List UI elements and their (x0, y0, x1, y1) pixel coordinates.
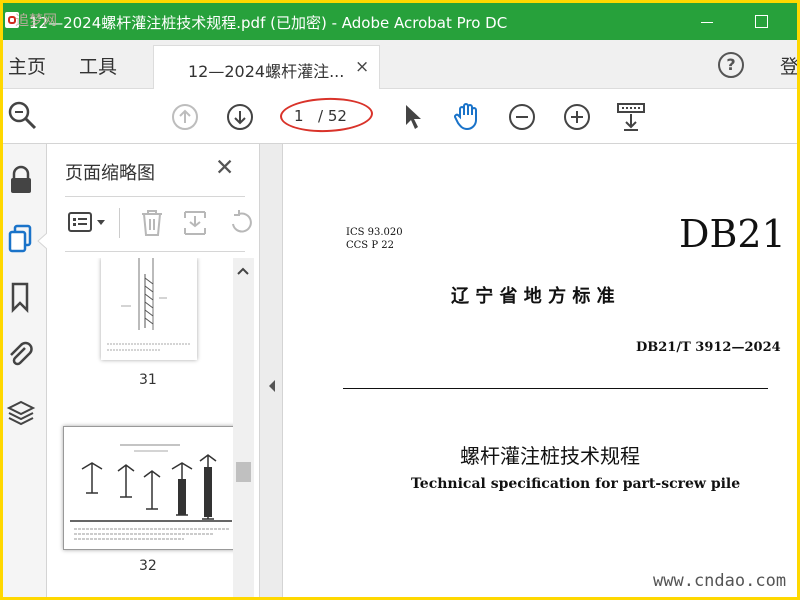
layers-icon[interactable] (6, 398, 36, 430)
doc-authority: 辽 宁 省 地 方 标 准 (451, 286, 615, 307)
lock-icon[interactable] (6, 164, 36, 196)
cursor-icon[interactable] (401, 103, 425, 131)
left-navigation-rail (3, 144, 47, 597)
document-tab[interactable]: 12—2024螺杆灌注... × (153, 45, 380, 90)
arrow-up-icon[interactable] (171, 103, 199, 131)
panel-title: 页面缩略图 (65, 163, 155, 184)
arrow-down-icon[interactable] (226, 103, 254, 131)
thumbnail-scrollbar[interactable] (233, 258, 254, 597)
app-window: 12—2024螺杆灌注桩技术规程.pdf (已加密) - Adobe Acrob… (3, 3, 797, 597)
help-icon[interactable]: ? (718, 52, 744, 78)
doc-rule (343, 388, 768, 389)
doc-code: DB21 (679, 212, 786, 256)
doc-title-en: Technical specification for part-screw p… (411, 476, 741, 492)
doc-title-cn: 螺杆灌注桩技术规程 (460, 444, 640, 468)
hand-icon[interactable] (452, 101, 482, 131)
thumbnail-page[interactable] (101, 258, 197, 360)
panel-divider (65, 251, 245, 252)
pile-drawing-thumbnail (107, 258, 191, 351)
bookmark-icon[interactable] (6, 281, 36, 313)
thumbnail-page-selected[interactable] (63, 426, 237, 550)
zoom-out-icon[interactable] (508, 103, 536, 131)
minimize-button[interactable] (691, 7, 723, 35)
title-bar: 12—2024螺杆灌注桩技术规程.pdf (已加密) - Adobe Acrob… (3, 3, 797, 40)
thumbnail-list: 31 32 (47, 258, 254, 597)
scroll-thumb[interactable] (236, 462, 251, 482)
close-tab-icon[interactable]: × (355, 57, 369, 77)
thumbnail-label: 31 (139, 372, 157, 388)
pages-icon[interactable] (6, 223, 36, 255)
document-view[interactable]: ICS 93.020 CCS P 22 DB21 辽 宁 省 地 方 标 准 D… (283, 144, 797, 597)
options-icon[interactable] (67, 210, 111, 236)
document-tab-label: 12—2024螺杆灌注... (188, 62, 345, 81)
scroll-up-icon[interactable] (233, 264, 254, 278)
zoom-in-icon[interactable] (563, 103, 591, 131)
trash-icon[interactable] (139, 208, 165, 238)
close-panel-icon[interactable]: ✕ (215, 155, 234, 181)
tools-nav[interactable]: 工具 (79, 52, 117, 79)
site-watermark: www.cndao.com (653, 571, 787, 591)
login-link[interactable]: 登 (780, 52, 797, 79)
window-title: 12—2024螺杆灌注桩技术规程.pdf (已加密) - Adobe Acrob… (29, 14, 508, 32)
doc-ics: ICS 93.020 (346, 227, 403, 238)
thumbnails-panel: 页面缩略图 ✕ 31 32 (47, 144, 260, 597)
search-icon[interactable] (6, 99, 38, 131)
active-pointer-icon (37, 233, 47, 249)
attachment-icon[interactable] (6, 339, 36, 371)
thumbnail-label: 32 (139, 558, 157, 574)
home-nav[interactable]: 主页 (8, 52, 46, 79)
pile-construction-thumbnail (70, 444, 232, 540)
watermark-overlay: 追梦网 (15, 13, 57, 29)
rotate-icon[interactable] (225, 208, 255, 238)
toolbar (3, 89, 797, 144)
scroll-mode-icon[interactable] (615, 101, 647, 133)
tab-bar: 主页 工具 12—2024螺杆灌注... × ? 登 (3, 40, 797, 90)
maximize-button[interactable] (745, 7, 777, 35)
doc-ccs: CCS P 22 (346, 240, 394, 251)
toolbar-separator (119, 208, 120, 238)
collapse-panel-icon[interactable] (262, 376, 284, 396)
extract-icon[interactable] (181, 208, 209, 238)
panel-divider-top (65, 196, 245, 197)
panel-collapse-strip[interactable] (260, 144, 283, 597)
doc-standard-number: DB21/T 3912—2024 (636, 340, 781, 355)
